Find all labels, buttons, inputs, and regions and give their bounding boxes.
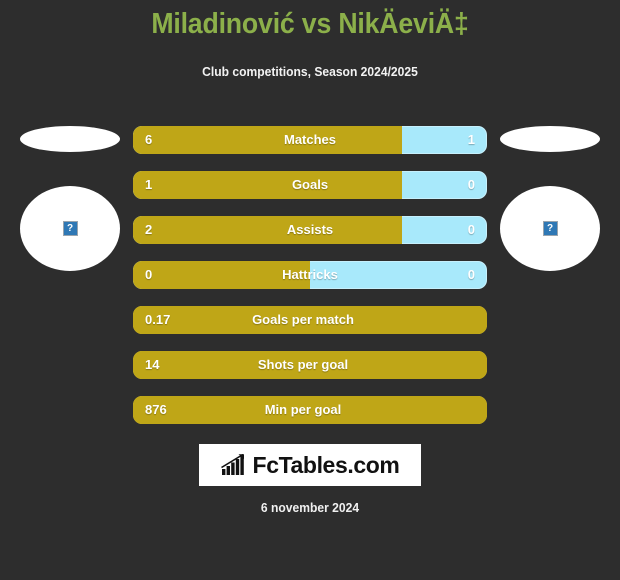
stat-label: Goals <box>291 177 329 192</box>
fctables-logo-text: FcTables.com <box>252 451 400 478</box>
player-home-photo[interactable]: ? <box>20 186 120 271</box>
stat-label: Assists <box>286 222 334 237</box>
bar-chart-growth-icon <box>220 454 244 475</box>
player-away-name <box>500 126 600 152</box>
player-home-name <box>20 126 120 152</box>
stat-row: 876 Min per goal <box>133 396 487 424</box>
stat-row: 6 Matches 1 <box>133 126 487 154</box>
stat-label: Goals per match <box>252 312 354 327</box>
stat-row: 0 Hattricks 0 <box>133 261 487 289</box>
player-home-block: ? <box>0 118 140 288</box>
page-title: Miladinović vs NikÄeviÄ‡ <box>151 8 469 40</box>
player-away-photo[interactable]: ? <box>500 186 600 271</box>
stat-label: Shots per goal <box>257 357 349 372</box>
stat-row: 2 Assists 0 <box>133 216 487 244</box>
broken-image-icon: ? <box>542 221 558 236</box>
stat-value-away: 0 <box>467 222 475 237</box>
broken-image-icon: ? <box>62 221 78 236</box>
fctables-logo[interactable]: FcTables.com <box>199 444 421 486</box>
stat-label: Hattricks <box>282 267 338 282</box>
stat-value-away: 1 <box>467 132 475 147</box>
stat-label: Matches <box>283 132 337 147</box>
stat-row: 0.17 Goals per match <box>133 306 487 334</box>
stat-value-away: 0 <box>467 267 475 282</box>
stat-label: Min per goal <box>264 402 342 417</box>
stat-row: 14 Shots per goal <box>133 351 487 379</box>
page-subtitle: Club competitions, Season 2024/2025 <box>202 64 418 79</box>
footer-date: 6 november 2024 <box>260 500 360 515</box>
stat-value-away: 0 <box>467 177 475 192</box>
stat-comparison-chart: 6 Matches 1 1 Goals 0 2 Assists 0 0 Hattricks 0 0.17… <box>133 126 487 441</box>
player-away-block: ? <box>480 118 620 288</box>
stat-row: 1 Goals 0 <box>133 171 487 199</box>
